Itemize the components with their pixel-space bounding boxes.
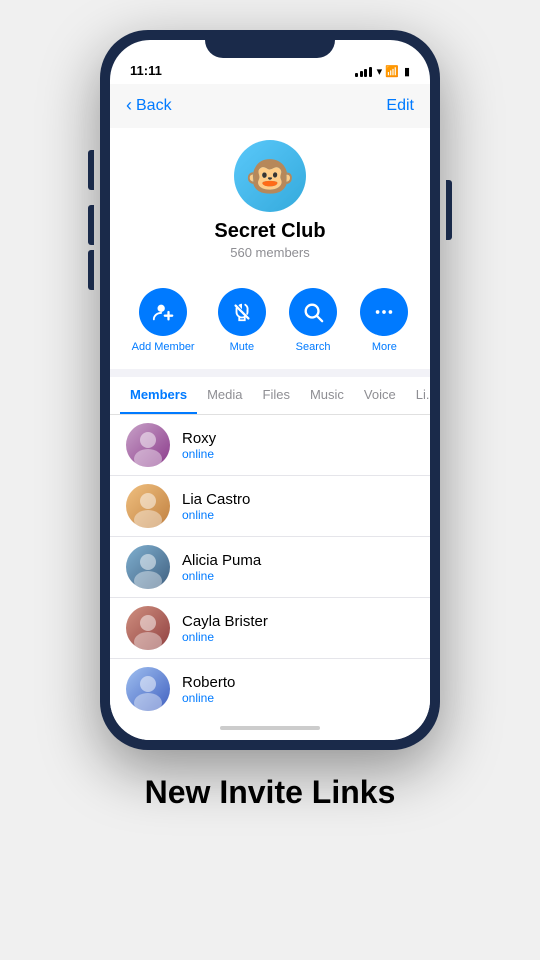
member-info: Roberto online [182,674,235,705]
tabs-bar: Members Media Files Music Voice Li... [110,377,430,415]
list-item[interactable]: Roxy online [110,415,430,476]
more-label: More [372,341,397,353]
member-status: online [182,508,250,522]
list-item[interactable]: Cayla Brister online [110,598,430,659]
member-avatar [126,484,170,528]
page-title: New Invite Links [145,774,396,811]
list-item[interactable]: Lia Castro online [110,476,430,537]
more-button[interactable]: More [360,288,408,353]
edit-button[interactable]: Edit [386,97,414,115]
add-member-label: Add Member [132,341,195,353]
member-info: Roxy online [182,430,216,461]
search-button[interactable]: Search [289,288,337,353]
back-button[interactable]: ‹ Back [126,96,172,116]
member-status: online [182,569,261,583]
phone-frame: 11:11 ▾ 📶 ▮ ‹ Back [100,30,440,750]
group-members-count: 560 members [230,245,309,260]
status-time: 11:11 [130,63,162,78]
group-info: 🐵 Secret Club 560 members [110,128,430,276]
add-member-icon [139,288,187,336]
member-name: Cayla Brister [182,613,268,630]
member-avatar [126,545,170,589]
add-member-button[interactable]: Add Member [132,288,195,353]
group-name: Secret Club [214,220,325,243]
member-status: online [182,691,235,705]
tab-voice[interactable]: Voice [354,377,406,414]
member-name: Lia Castro [182,491,250,508]
member-avatar [126,606,170,650]
notch [205,30,335,58]
chevron-left-icon: ‹ [126,95,132,116]
member-status: online [182,630,268,644]
tab-music[interactable]: Music [300,377,354,414]
action-buttons: Add Member Mute [110,276,430,369]
mute-button[interactable]: Mute [218,288,266,353]
home-bar [220,726,320,730]
mute-icon [218,288,266,336]
search-label: Search [296,341,331,353]
member-avatar [126,667,170,711]
member-name: Roberto [182,674,235,691]
group-avatar: 🐵 [234,140,306,212]
member-status: online [182,447,216,461]
more-icon [360,288,408,336]
home-indicator [110,716,430,740]
member-name: Roxy [182,430,216,447]
search-icon [289,288,337,336]
signal-bars-icon [355,67,372,77]
phone-wrapper: 11:11 ▾ 📶 ▮ ‹ Back [0,0,540,960]
member-avatar [126,423,170,467]
tab-links[interactable]: Li... [406,377,430,414]
tab-members[interactable]: Members [120,377,197,414]
member-name: Alicia Puma [182,552,261,569]
mute-label: Mute [230,341,254,353]
group-avatar-emoji: 🐵 [245,153,295,200]
nav-bar: ‹ Back Edit [110,84,430,128]
tab-media[interactable]: Media [197,377,252,414]
list-item[interactable]: Alicia Puma online [110,537,430,598]
back-label: Back [136,97,172,115]
list-item[interactable]: Roberto online [110,659,430,716]
battery-icon: ▮ [404,65,410,78]
phone-screen: 11:11 ▾ 📶 ▮ ‹ Back [110,40,430,740]
member-info: Lia Castro online [182,491,250,522]
tab-files[interactable]: Files [253,377,300,414]
wifi-icon: ▾ 📶 [377,65,399,78]
member-info: Cayla Brister online [182,613,268,644]
members-list: Roxy online Lia Castro online [110,415,430,716]
status-icons: ▾ 📶 ▮ [355,65,410,78]
member-info: Alicia Puma online [182,552,261,583]
section-divider [110,369,430,377]
